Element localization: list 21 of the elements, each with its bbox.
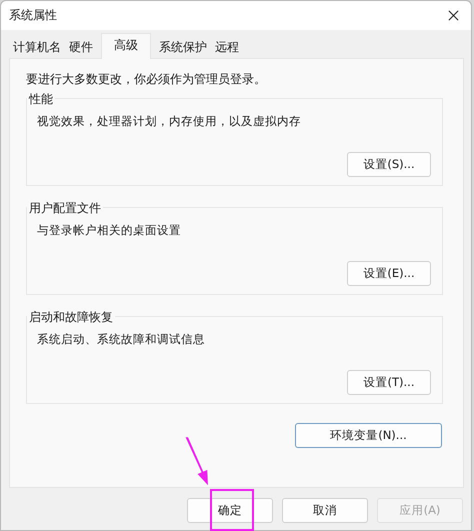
dialog-button[interactable]: 确定 [187, 498, 273, 523]
environment-variables-button[interactable]: 环境变量(N)... [295, 423, 442, 448]
settings-button[interactable]: 设置(E)... [347, 261, 431, 286]
group-title: 启动和故障恢复 [27, 309, 115, 325]
group-description: 系统启动、系统故障和调试信息 [37, 331, 206, 347]
tab[interactable]: 硬件 [65, 36, 97, 58]
window-title: 系统属性 [9, 7, 57, 24]
group-title: 用户配置文件 [27, 200, 103, 216]
group-description: 视觉效果，处理器计划，内存使用，以及虚拟内存 [37, 113, 302, 129]
group-title: 性能 [27, 91, 55, 107]
dialog-button[interactable]: 取消 [282, 498, 368, 523]
tab[interactable]: 高级 [101, 33, 151, 59]
group-description: 与登录帐户相关的桌面设置 [37, 222, 182, 238]
highlight-frame [210, 489, 254, 531]
close-icon[interactable] [448, 10, 459, 21]
tab[interactable]: 计算机名 [9, 36, 65, 58]
settings-button[interactable]: 设置(T)... [347, 370, 431, 395]
admin-notice: 要进行大多数更改，你必须作为管理员登录。 [26, 71, 267, 87]
tab[interactable]: 系统保护 [155, 36, 211, 58]
tab[interactable]: 远程 [211, 36, 243, 58]
settings-button[interactable]: 设置(S)... [347, 152, 431, 177]
